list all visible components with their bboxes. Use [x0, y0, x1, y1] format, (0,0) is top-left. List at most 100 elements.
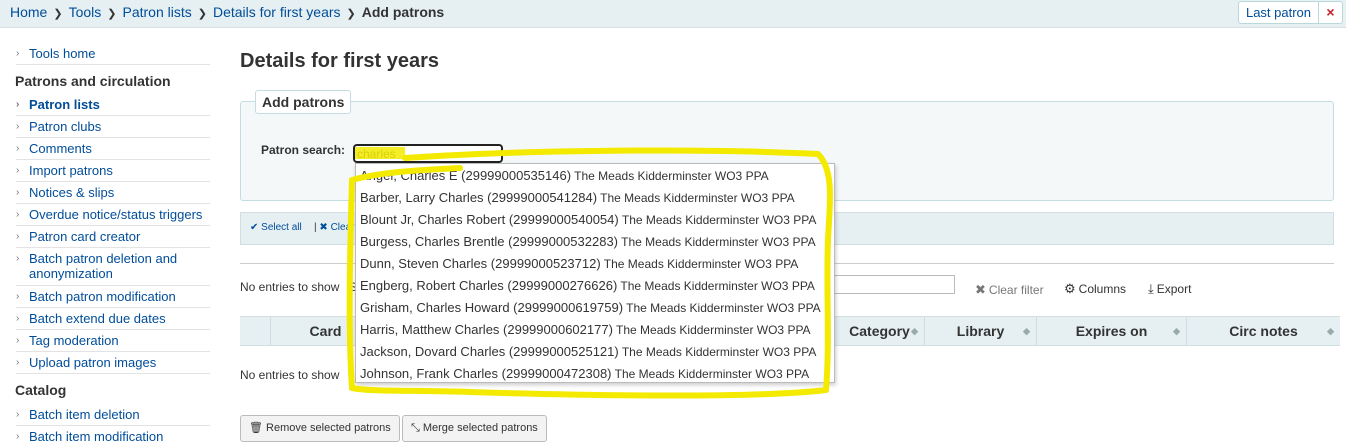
sidebar-item-batch-item-deletion[interactable]: › Batch item deletion: [16, 407, 210, 422]
merge-selected-button[interactable]: ⤡ Merge selected patrons: [402, 415, 547, 442]
merge-icon: ⤡: [411, 422, 423, 434]
sidebar-item-label: Notices & slips: [29, 185, 115, 200]
sidebar-item-notices[interactable]: › Notices & slips: [16, 185, 210, 200]
sidebar-divider: [16, 137, 210, 138]
remove-selected-label: Remove selected patrons: [266, 422, 391, 434]
breadcrumb-separator-icon: ❯: [197, 8, 207, 20]
columns-label: Columns: [1078, 282, 1127, 296]
chevron-right-icon: ›: [16, 209, 20, 220]
sidebar-item-batch-modification[interactable]: › Batch patron modification: [16, 289, 210, 304]
sidebar-item-card-creator[interactable]: › Patron card creator: [16, 229, 210, 244]
patron-name: Barber, Larry Charles (29999000541284): [360, 190, 598, 205]
column-header-expires[interactable]: Expires on ◆: [1037, 317, 1187, 345]
sidebar-item-extend-due-dates[interactable]: › Batch extend due dates: [16, 311, 210, 326]
chevron-right-icon: ›: [16, 335, 20, 346]
export-button[interactable]: ⤓ Export: [1148, 281, 1191, 297]
patron-name: Jackson, Dovard Charles (29999000525121): [360, 344, 619, 359]
last-patron-button[interactable]: Last patron: [1238, 1, 1319, 24]
sidebar-item-upload-images[interactable]: › Upload patron images: [16, 355, 210, 370]
autocomplete-item[interactable]: Angel, Charles E (29999000535146) The Me…: [356, 166, 834, 188]
patron-search-input[interactable]: [353, 144, 503, 163]
patron-name: Blount Jr, Charles Robert (2999900054005…: [360, 212, 619, 227]
sidebar-item-label: Batch item deletion: [29, 407, 140, 422]
patron-address: The Meads Kidderminster WO3 PPA: [621, 213, 817, 227]
sidebar-divider: [16, 373, 210, 374]
breadcrumb-tools[interactable]: Tools: [69, 4, 102, 20]
sidebar-item-tools-home[interactable]: › Tools home: [16, 46, 210, 61]
column-header-circ-notes[interactable]: Circ notes ◆: [1187, 317, 1340, 345]
columns-button[interactable]: ⚙ Columns: [1064, 281, 1126, 297]
sidebar-item-batch-item-modification[interactable]: › Batch item modification: [16, 429, 210, 444]
patron-address: The Meads Kidderminster WO3 PPA: [574, 169, 769, 183]
sidebar-item-overdue-triggers[interactable]: › Overdue notice/status triggers: [16, 207, 210, 222]
autocomplete-item[interactable]: Grisham, Charles Howard (29999000619759)…: [356, 298, 834, 320]
autocomplete-item[interactable]: Johnson, Frank Charles (29999000472308) …: [356, 364, 834, 386]
sidebar-item-label: Upload patron images: [29, 355, 157, 370]
sidebar-item-label: Import patrons: [29, 163, 113, 178]
breadcrumb-list-details[interactable]: Details for first years: [213, 4, 341, 20]
sidebar-item-import-patrons[interactable]: › Import patrons: [16, 163, 210, 178]
patron-name: Engberg, Robert Charles (29999000276626): [360, 278, 618, 293]
sidebar-item-label: Patron lists: [29, 97, 100, 112]
patron-address: The Meads Kidderminster WO3 PPA: [600, 191, 795, 205]
patron-name: Burgess, Charles Brentle (29999000532283…: [360, 234, 619, 249]
sidebar-item-patron-lists[interactable]: › Patron lists: [16, 97, 210, 112]
breadcrumb-patron-lists[interactable]: Patron lists: [122, 4, 191, 20]
sidebar-item-patron-clubs[interactable]: › Patron clubs: [16, 119, 210, 134]
chevron-right-icon: ›: [16, 48, 20, 59]
chevron-right-icon: ›: [16, 409, 20, 420]
sidebar-item-comments[interactable]: › Comments: [16, 141, 210, 156]
autocomplete-item[interactable]: Blount Jr, Charles Robert (2999900054005…: [356, 210, 834, 232]
sidebar-item-label: Batch extend due dates: [29, 311, 166, 326]
chevron-right-icon: ›: [16, 231, 20, 242]
column-label: Category: [849, 323, 910, 339]
sidebar-divider: [16, 329, 210, 330]
column-header-library[interactable]: Library ◆: [925, 317, 1037, 345]
remove-selected-button[interactable]: 🗑 Remove selected patrons: [240, 415, 400, 442]
sidebar-item-label: Overdue notice/status triggers: [29, 207, 203, 222]
sidebar-divider: [16, 225, 210, 226]
patron-name: Johnson, Frank Charles (29999000472308): [360, 366, 612, 381]
sidebar-item-label: Batch item modification: [29, 429, 164, 444]
autocomplete-item[interactable]: Harris, Matthew Charles (29999000602177)…: [356, 320, 834, 342]
add-patrons-legend: Add patrons: [255, 90, 352, 114]
chevron-right-icon: ›: [16, 165, 20, 176]
breadcrumb-separator-icon: ❯: [107, 8, 117, 20]
clear-filter-button[interactable]: ✖ Clear filter: [975, 282, 1044, 298]
patron-address: The Meads Kidderminster WO3 PPA: [603, 257, 799, 271]
sort-icon: ◆: [1173, 326, 1180, 336]
autocomplete-item[interactable]: Engberg, Robert Charles (29999000276626)…: [356, 276, 834, 298]
chevron-right-icon: ›: [16, 253, 20, 264]
breadcrumb-home[interactable]: Home: [10, 4, 47, 20]
sidebar-divider: [16, 203, 210, 204]
autocomplete-item[interactable]: Barber, Larry Charles (29999000541284) T…: [356, 188, 834, 210]
page-title: Details for first years: [240, 50, 439, 72]
patron-name: Grisham, Charles Howard (29999000619759): [360, 300, 624, 315]
sidebar-item-label: Comments: [29, 141, 92, 156]
autocomplete-item[interactable]: Jackson, Dovard Charles (29999000525121)…: [356, 342, 834, 364]
sort-icon: ◆: [911, 326, 918, 336]
patron-search-label: Patron search:: [261, 143, 346, 157]
close-icon: ✖: [319, 222, 331, 233]
column-header-select[interactable]: [240, 317, 271, 345]
patron-address: The Meads Kidderminster WO3 PPA: [616, 323, 811, 337]
sidebar-item-batch-deletion[interactable]: › Batch patron deletion and anonymization: [16, 251, 210, 281]
sidebar-item-label: Batch patron modification: [29, 289, 176, 304]
sidebar-item-label: Patron clubs: [29, 119, 102, 134]
chevron-right-icon: ›: [16, 121, 20, 132]
chevron-right-icon: ›: [16, 99, 20, 110]
patron-address: The Meads Kidderminster WO3 PPA: [614, 367, 810, 381]
sidebar-item-tag-moderation[interactable]: › Tag moderation: [16, 333, 210, 348]
patron-autocomplete-list: Angel, Charles E (29999000535146) The Me…: [355, 163, 835, 383]
select-all-link[interactable]: ✔ Select all: [250, 222, 302, 233]
chevron-right-icon: ›: [16, 313, 20, 324]
sidebar-divider: [16, 115, 210, 116]
sidebar-item-label: Tag moderation: [29, 333, 119, 348]
close-icon[interactable]: ×: [1319, 1, 1343, 24]
breadcrumb-separator-icon: ❯: [53, 8, 63, 20]
sidebar-section-catalog: Catalog: [15, 382, 67, 398]
autocomplete-item[interactable]: Dunn, Steven Charles (29999000523712) Th…: [356, 254, 834, 276]
sidebar-divider: [16, 181, 210, 182]
autocomplete-item[interactable]: Burgess, Charles Brentle (29999000532283…: [356, 232, 834, 254]
column-header-category[interactable]: Category ◆: [835, 317, 925, 345]
